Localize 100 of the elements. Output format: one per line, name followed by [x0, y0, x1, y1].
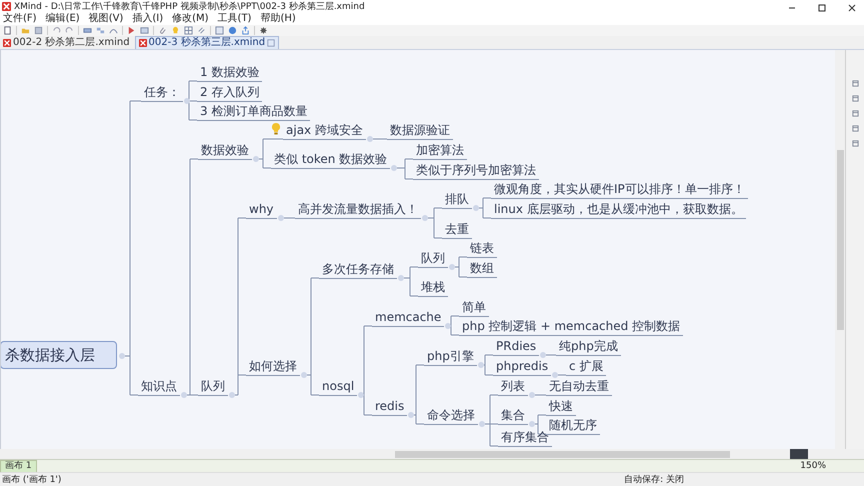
- restore-icon[interactable]: [267, 39, 276, 47]
- markers-panel-icon[interactable]: [852, 95, 859, 102]
- topic-label[interactable]: 如何选择: [246, 357, 300, 376]
- connector-line: [534, 394, 546, 396]
- menu-item[interactable]: 修改(M): [172, 13, 209, 25]
- collapse-dot-icon[interactable]: [184, 98, 190, 104]
- outline-panel-icon[interactable]: [852, 80, 859, 87]
- topic-label[interactable]: 加密算法: [413, 141, 467, 160]
- topic-label[interactable]: 微观角度，其实从硬件IP可以排序！单一排序！: [491, 180, 748, 199]
- topic-label[interactable]: 3 检测订单商品数量: [197, 102, 310, 121]
- redo-icon[interactable]: [65, 26, 74, 35]
- collapse-dot-icon[interactable]: [301, 372, 307, 378]
- topic-label[interactable]: phpredis: [493, 357, 552, 376]
- settings-icon[interactable]: [259, 26, 268, 35]
- subtopic-icon[interactable]: [96, 26, 105, 35]
- topic-label[interactable]: why: [246, 200, 277, 219]
- topic-label[interactable]: 去重: [442, 220, 472, 239]
- topic-label[interactable]: 列表: [498, 377, 528, 396]
- lightbulb-icon[interactable]: [171, 26, 180, 35]
- topic-label[interactable]: 简单: [459, 298, 489, 317]
- topic-label[interactable]: 类似于序列号加密算法: [413, 161, 539, 180]
- undo-icon[interactable]: [52, 26, 61, 35]
- menu-item[interactable]: 视图(V): [88, 13, 124, 25]
- image-icon[interactable]: [140, 26, 149, 35]
- topic-label[interactable]: linux 底层驱动，也是从缓冲池中，获取数据。: [491, 200, 746, 219]
- central-topic[interactable]: 杀数据接入层: [1, 341, 117, 369]
- link-icon[interactable]: [197, 26, 206, 35]
- topic-label[interactable]: memcache: [372, 308, 444, 327]
- topic-label[interactable]: 数组: [467, 259, 497, 278]
- topic-label[interactable]: 多次任务存储: [319, 260, 397, 279]
- topic-label[interactable]: 纯php完成: [556, 337, 621, 356]
- topic-label[interactable]: 命令选择: [424, 406, 478, 425]
- collapse-dot-icon[interactable]: [479, 421, 485, 427]
- collapse-dot-icon[interactable]: [253, 156, 259, 162]
- topic-label[interactable]: 1 数据效验: [197, 63, 262, 82]
- topic-label[interactable]: c 扩展: [566, 357, 606, 376]
- menu-item[interactable]: 文件(F): [3, 13, 37, 25]
- globe-icon[interactable]: [228, 26, 237, 35]
- topic-label[interactable]: 2 存入队列: [197, 83, 262, 102]
- topic-label[interactable]: php引擎: [424, 347, 477, 366]
- editor-tab[interactable]: 002-3 秒杀第三层.xmind: [134, 36, 280, 49]
- collapse-dot-icon[interactable]: [398, 275, 404, 281]
- grid-icon[interactable]: [184, 26, 193, 35]
- attachment-icon[interactable]: [158, 26, 167, 35]
- collapse-dot-icon[interactable]: [422, 215, 428, 221]
- window-title: XMind - D:\日常工作\千锋教育\千锋PHP 视频录制\秒杀\PPT\002-3 秒杀第三层.xmind: [14, 0, 365, 12]
- collapse-dot-icon[interactable]: [391, 165, 397, 171]
- topic-label[interactable]: 链表: [467, 239, 497, 258]
- menu-item[interactable]: 帮助(H): [260, 13, 296, 25]
- topic-label[interactable]: 集合: [498, 406, 528, 425]
- topic-label[interactable]: 排队: [442, 190, 472, 209]
- overview-panel-icon[interactable]: [852, 125, 859, 132]
- save-icon[interactable]: [34, 26, 43, 35]
- layout-icon[interactable]: [215, 26, 224, 35]
- autosave-status: 自动保存: 关闭: [624, 474, 685, 486]
- topic-label[interactable]: 队列: [198, 377, 228, 396]
- topic-label[interactable]: redis: [372, 397, 408, 416]
- vertical-scrollbar[interactable]: [835, 50, 846, 449]
- topic-label[interactable]: 数据源验证: [387, 121, 453, 140]
- new-file-icon[interactable]: [3, 26, 12, 35]
- collapse-dot-icon[interactable]: [478, 362, 484, 368]
- collapse-dot-icon[interactable]: [540, 352, 546, 358]
- collapse-dot-icon[interactable]: [408, 412, 414, 418]
- collapse-dot-icon[interactable]: [229, 392, 235, 398]
- notes-panel-icon[interactable]: [852, 140, 859, 147]
- topic-label[interactable]: 知识点: [138, 377, 180, 396]
- topic-label[interactable]: 无自动去重: [546, 377, 612, 396]
- topic-label[interactable]: 高并发流量数据插入！: [295, 200, 421, 219]
- scrollbar-thumb[interactable]: [837, 150, 844, 330]
- collapse-dot-icon[interactable]: [181, 392, 187, 398]
- share-icon[interactable]: [241, 26, 250, 35]
- topic-label[interactable]: 任务：: [141, 83, 183, 102]
- collapse-dot-icon[interactable]: [529, 392, 535, 398]
- collapse-dot-icon[interactable]: [358, 392, 364, 398]
- topic-icon[interactable]: [83, 26, 92, 35]
- collapse-dot-icon[interactable]: [278, 215, 284, 221]
- menu-item[interactable]: 工具(T): [218, 13, 252, 25]
- collapse-dot-icon[interactable]: [473, 205, 479, 211]
- collapse-dot-icon[interactable]: [529, 421, 535, 427]
- topic-label[interactable]: 随机无序: [546, 416, 600, 435]
- collapse-dot-icon[interactable]: [445, 323, 451, 329]
- scrollbar-thumb[interactable]: [395, 451, 730, 458]
- relationship-icon[interactable]: [109, 26, 118, 35]
- topic-label[interactable]: ajax 跨域安全: [283, 121, 366, 140]
- menu-item[interactable]: 插入(I): [132, 13, 164, 25]
- properties-panel-icon[interactable]: [852, 110, 859, 117]
- topic-label[interactable]: 队列: [418, 249, 448, 268]
- topic-label[interactable]: php 控制逻辑 + memcached 控制数据: [459, 317, 684, 336]
- collapse-dot-icon[interactable]: [449, 264, 455, 270]
- topic-label[interactable]: nosql: [319, 377, 358, 396]
- topic-label[interactable]: 堆栈: [418, 278, 448, 297]
- sheet-tab[interactable]: 画布 1: [0, 460, 37, 472]
- collapse-dot-icon[interactable]: [119, 353, 125, 359]
- topic-label[interactable]: 快速: [546, 397, 576, 416]
- topic-label[interactable]: PRdies: [493, 337, 540, 356]
- topic-label[interactable]: 类似 token 数据效验: [271, 150, 390, 169]
- topic-label[interactable]: 数据效验: [198, 141, 252, 160]
- collapse-dot-icon[interactable]: [552, 372, 558, 378]
- collapse-dot-icon[interactable]: [367, 136, 373, 142]
- menu-item[interactable]: 编辑(E): [46, 13, 80, 25]
